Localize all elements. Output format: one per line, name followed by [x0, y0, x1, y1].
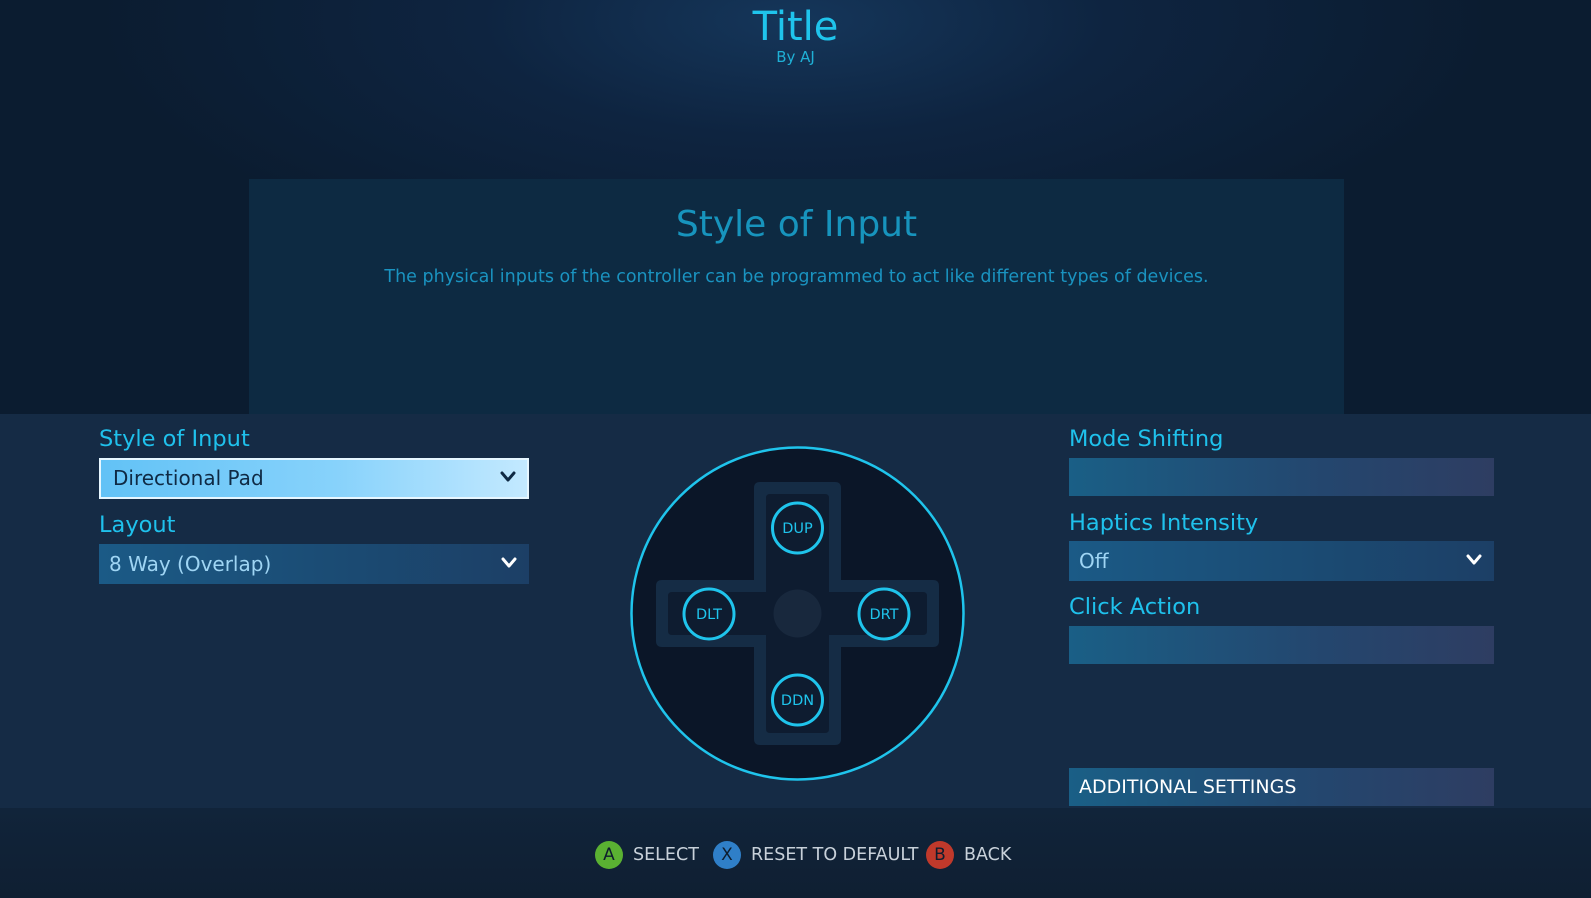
- style-of-input-label: Style of Input: [99, 426, 250, 452]
- top-area: Title By AJ Style of Input The physical …: [0, 0, 1591, 414]
- a-button-icon: A: [595, 841, 623, 869]
- haptics-intensity-label: Haptics Intensity: [1069, 510, 1259, 536]
- dpad-left-label: DLT: [696, 607, 722, 623]
- config-title: Title: [752, 4, 839, 50]
- additional-settings-label: ADDITIONAL SETTINGS: [1079, 776, 1297, 798]
- select-hint[interactable]: A SELECT: [595, 840, 699, 870]
- x-button-icon: X: [713, 841, 741, 869]
- dpad-down-label: DDN: [781, 693, 814, 709]
- dpad-left-button[interactable]: DLT: [682, 587, 736, 641]
- dpad-up-label: DUP: [782, 521, 813, 537]
- click-action-label: Click Action: [1069, 594, 1201, 620]
- dpad-right-label: DRT: [869, 607, 898, 623]
- dpad-up-button[interactable]: DUP: [771, 501, 824, 555]
- info-panel-description: The physical inputs of the controller ca…: [384, 267, 1209, 287]
- select-hint-label: SELECT: [633, 845, 699, 865]
- info-panel: Style of Input The physical inputs of th…: [249, 179, 1344, 414]
- haptics-intensity-value: Off: [1079, 549, 1109, 573]
- reset-to-default-hint[interactable]: X RESET TO DEFAULT: [713, 840, 918, 870]
- b-button-icon: B: [926, 841, 954, 869]
- info-panel-title: Style of Input: [675, 204, 918, 245]
- controller-hint-bar: A SELECT X RESET TO DEFAULT B BACK: [0, 808, 1591, 898]
- chevron-down-icon: [500, 471, 516, 482]
- chevron-down-icon: [1466, 554, 1482, 565]
- dpad-down-button[interactable]: DDN: [771, 673, 824, 727]
- back-hint[interactable]: B BACK: [926, 840, 1011, 870]
- chevron-down-icon: [501, 557, 517, 568]
- layout-label: Layout: [99, 512, 176, 538]
- haptics-intensity-select[interactable]: Off: [1069, 541, 1494, 581]
- style-of-input-select[interactable]: Directional Pad: [99, 458, 529, 499]
- mode-shifting-field[interactable]: [1069, 458, 1494, 496]
- layout-value: 8 Way (Overlap): [109, 552, 272, 576]
- dpad-right-button[interactable]: DRT: [857, 587, 911, 641]
- layout-select[interactable]: 8 Way (Overlap): [99, 544, 529, 584]
- mode-shifting-label: Mode Shifting: [1069, 426, 1224, 452]
- style-of-input-value: Directional Pad: [113, 466, 264, 490]
- click-action-field[interactable]: [1069, 626, 1494, 664]
- config-author: By AJ: [776, 48, 815, 66]
- reset-to-default-label: RESET TO DEFAULT: [751, 845, 919, 865]
- back-hint-label: BACK: [964, 845, 1012, 865]
- additional-settings-button[interactable]: ADDITIONAL SETTINGS: [1069, 768, 1494, 806]
- dpad-diagram: DUP DLT DRT DDN: [630, 446, 965, 781]
